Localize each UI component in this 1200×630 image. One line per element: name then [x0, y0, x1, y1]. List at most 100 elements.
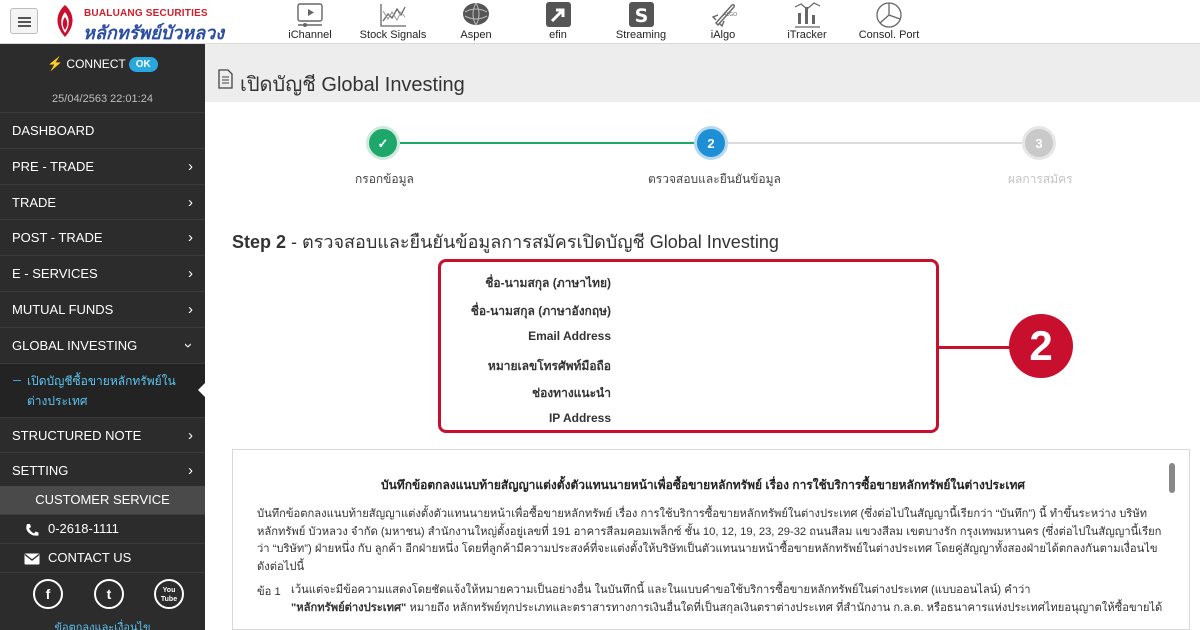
nav-ialgo[interactable]: ALGO iAlgo: [695, 0, 751, 44]
hamburger-menu-icon[interactable]: [10, 8, 38, 34]
customer-service-phone[interactable]: 0-2618-1111: [0, 514, 205, 543]
clause-number: ข้อ 1: [257, 586, 281, 598]
step-heading-text: - ตรวจสอบและยืนยันข้อมูลการสมัครเปิดบัญช…: [286, 232, 779, 252]
sidebar-item-trade[interactable]: TRADE ›: [0, 183, 205, 220]
connection-status: ⚡ CONNECT OK: [0, 56, 205, 72]
chevron-right-icon: ›: [188, 229, 193, 247]
facebook-icon[interactable]: f: [33, 579, 63, 609]
step-2-label: ตรวจสอบและยืนยันข้อมูล: [648, 172, 781, 186]
sidebar-item-mutual-funds[interactable]: MUTUAL FUNDS ›: [0, 290, 205, 327]
step-heading-prefix: Step 2: [232, 232, 287, 252]
contact-us-label: CONTACT US: [48, 550, 132, 565]
field-label-ip-address: IP Address: [548, 411, 611, 425]
nav-label: Stock Signals: [359, 29, 427, 41]
sidebar-item-label: POST - TRADE: [12, 230, 103, 246]
sidebar-item-label: GLOBAL INVESTING: [12, 337, 138, 353]
page-header: เปิดบัญชี Global Investing: [205, 44, 1200, 102]
sidebar-item-setting[interactable]: SETTING ›: [0, 452, 205, 488]
sidebar-item-label: DASHBOARD: [12, 123, 95, 138]
sidebar-item-dashboard[interactable]: DASHBOARD: [0, 112, 205, 148]
field-label-email: Email Address: [528, 329, 611, 343]
sidebar: ⚡ CONNECT OK 25/04/2563 22:01:24 DASHBOARD…: [0, 44, 205, 630]
customer-service-title: CUSTOMER SERVICE: [0, 486, 205, 514]
sidebar-item-e-services[interactable]: E - SERVICES ›: [0, 255, 205, 291]
globe-icon: [463, 2, 489, 27]
nav-label: Consol. Port: [858, 29, 920, 41]
step-heading: Step 2 - ตรวจสอบและยืนยันข้อมูลการสมัครเ…: [232, 227, 779, 256]
sidebar-item-label: E - SERVICES: [12, 266, 98, 282]
field-label-name-en: ชื่อ-นามสกุล (ภาษาอังกฤษ): [470, 304, 611, 318]
sidebar-item-global-investing[interactable]: GLOBAL INVESTING ›: [0, 326, 205, 363]
nav-streaming[interactable]: S Streaming: [610, 0, 672, 44]
sidebar-item-post-trade[interactable]: POST - TRADE ›: [0, 219, 205, 255]
chevron-right-icon: ›: [188, 157, 193, 175]
clause-term: "หลักทรัพย์ต่างประเทศ": [291, 601, 407, 614]
sidebar-item-label: STRUCTURED NOTE: [12, 427, 142, 443]
signal-chart-icon: [380, 4, 406, 27]
svg-text:S: S: [635, 5, 649, 27]
applicant-info-box: ชื่อ-นามสกุล (ภาษาไทย) ชื่อ-นามสกุล (ภาษ…: [438, 259, 939, 433]
clause-intro: เว้นแต่จะมีข้อความแสดงโดยชัดแจ้งให้หมายค…: [291, 584, 1031, 596]
step-1-label: กรอกข้อมูล: [355, 172, 414, 186]
rocket-icon: ALGO: [711, 4, 737, 28]
efin-arrow-icon: [546, 2, 571, 27]
sidebar-item-pre-trade[interactable]: PRE - TRADE ›: [0, 147, 205, 184]
stepper-progress: [383, 142, 711, 144]
nav-label: Streaming: [615, 29, 667, 41]
step-3-indicator: 3: [1022, 126, 1056, 160]
callout-number-badge: 2: [1009, 314, 1073, 378]
connect-label: CONNECT: [66, 57, 126, 71]
agreement-scroll-box[interactable]: บันทึกข้อตกลงแนบท้ายสัญญาแต่งตั้งตัวแทนน…: [232, 449, 1190, 630]
submenu-indicator: [13, 379, 21, 381]
field-label-name-th: ชื่อ-นามสกุล (ภาษาไทย): [485, 276, 611, 290]
clause-text: เว้นแต่จะมีข้อความแสดงโดยชัดแจ้งให้หมายค…: [291, 582, 1169, 617]
agreement-title: บันทึกข้อตกลงแนบท้ายสัญญาแต่งตั้งตัวแทนน…: [380, 478, 1026, 492]
main-content: ✓ 2 3 กรอกข้อมูล ตรวจสอบและยืนยันข้อมูล …: [217, 102, 1200, 630]
step-2-indicator: 2: [694, 126, 728, 160]
chevron-right-icon: ›: [188, 193, 193, 211]
nav-itracker[interactable]: iTracker: [776, 0, 838, 44]
sidebar-item-structured-note[interactable]: STRUCTURED NOTE ›: [0, 416, 205, 453]
bualuang-logo[interactable]: BUALUANG SECURITIES หลักทรัพย์บัวหลวง: [50, 3, 240, 43]
document-icon: [218, 69, 233, 89]
lightning-bolt-icon: ⚡: [47, 56, 64, 71]
page-title: เปิดบัญชี Global Investing: [240, 74, 465, 96]
contact-us-link[interactable]: CONTACT US: [0, 543, 205, 572]
clause-definition: หมายถึง หลักทรัพย์ทุกประเภทและตราสารทางก…: [406, 601, 1163, 614]
sidebar-item-label: PRE - TRADE: [12, 158, 95, 174]
connection-ok-badge: OK: [128, 57, 158, 72]
top-navigation-bar: BUALUANG SECURITIES หลักทรัพย์บัวหลวง iC…: [0, 0, 1200, 44]
chevron-right-icon: ›: [188, 462, 193, 480]
social-links: f t You Tube: [0, 572, 205, 614]
chevron-right-icon: ›: [188, 300, 193, 318]
brand-name-th: หลักทรัพย์บัวหลวง: [83, 23, 225, 43]
nav-label: iTracker: [787, 29, 827, 41]
phone-number: 0-2618-1111: [48, 521, 119, 536]
youtube-icon[interactable]: You Tube: [154, 579, 184, 609]
nav-consol-port[interactable]: Consol. Port: [858, 0, 920, 44]
field-label-referral: ช่องทางแนะนำ: [531, 386, 611, 400]
nav-aspen[interactable]: Aspen: [446, 0, 506, 44]
server-datetime: 25/04/2563 22:01:24: [52, 93, 153, 105]
tracker-chart-icon: [794, 2, 821, 28]
agreement-paragraph: บันทึกข้อตกลงแนบท้ายสัญญาแต่งตั้งตัวแทนน…: [257, 508, 1162, 573]
envelope-icon: [24, 553, 40, 565]
active-item-pointer: [198, 382, 205, 397]
chevron-down-icon: ›: [180, 342, 197, 348]
sidebar-item-label: MUTUAL FUNDS: [12, 301, 114, 317]
nav-stock-signals[interactable]: Stock Signals: [357, 0, 429, 44]
submenu-item-label: เปิดบัญชีซื้อขายหลักทรัพย์ในต่างประเทศ: [27, 373, 176, 408]
svg-text:ALGO: ALGO: [723, 12, 737, 18]
submenu-item-open-foreign-account[interactable]: เปิดบัญชีซื้อขายหลักทรัพย์ในต่างประเทศ: [0, 362, 205, 417]
app-root: BUALUANG SECURITIES หลักทรัพย์บัวหลวง iC…: [0, 0, 1200, 630]
nav-efin[interactable]: efin: [530, 0, 586, 44]
streaming-s-icon: S: [629, 2, 654, 27]
twitter-icon[interactable]: t: [94, 579, 124, 609]
nav-label: Aspen: [460, 29, 492, 41]
terms-and-conditions-link[interactable]: ข้อตกลงและเงื่อนไข: [0, 618, 205, 630]
step-3-label: ผลการสมัคร: [1008, 172, 1073, 186]
nav-ichannel[interactable]: iChannel: [280, 0, 340, 44]
chevron-right-icon: ›: [188, 426, 193, 444]
field-label-mobile: หมายเลขโทรศัพท์มือถือ: [487, 359, 611, 373]
sidebar-menu: DASHBOARD PRE - TRADE › TRADE › POST - TRA…: [0, 112, 205, 488]
